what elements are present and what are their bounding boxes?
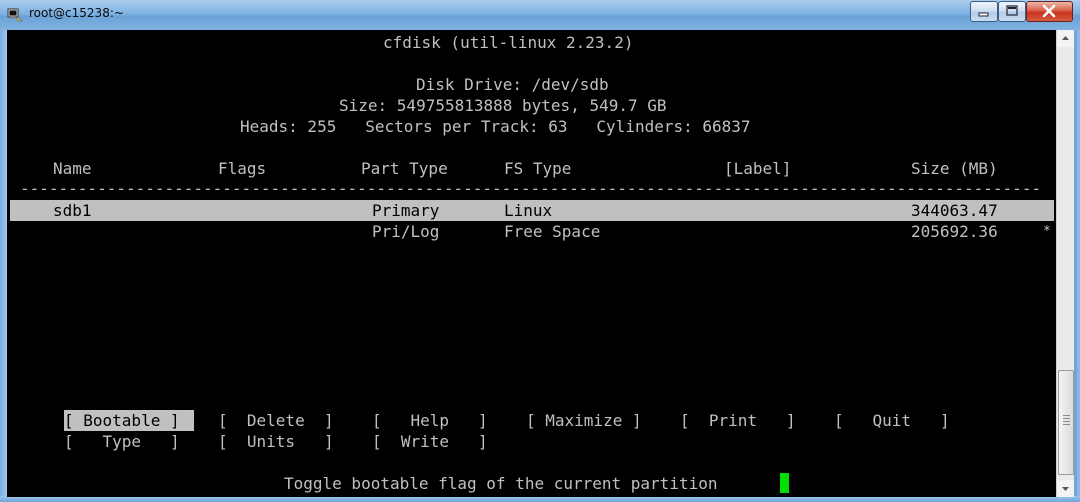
menu-type[interactable]: [ Type ] <box>64 431 180 452</box>
text-cursor <box>780 473 789 493</box>
window-frame-left <box>0 30 7 502</box>
close-button[interactable] <box>1026 1 1073 22</box>
free-space-fs-type[interactable]: Free Space <box>504 221 600 242</box>
vertical-scrollbar[interactable] <box>1056 30 1074 497</box>
partition-name[interactable]: sdb1 <box>53 200 92 221</box>
menu-units[interactable]: [ Units ] <box>218 431 334 452</box>
column-header-fs-type: FS Type <box>504 159 572 178</box>
window-title: root@c15238:~ <box>29 6 124 20</box>
menu-quit[interactable]: [ Quit ] <box>834 410 950 431</box>
scroll-up-button[interactable] <box>1057 30 1074 47</box>
grip-line <box>1063 421 1070 422</box>
menu-help[interactable]: [ Help ] <box>372 410 488 431</box>
free-space-part-type[interactable]: Pri/Log <box>372 221 439 242</box>
partition-part-type[interactable]: Primary <box>372 200 439 221</box>
column-header-size: Size (MB) <box>911 159 998 178</box>
column-header-label: [Label] <box>724 159 792 178</box>
arrow-up-icon <box>1062 36 1069 40</box>
free-space-size[interactable]: 205692.36 <box>911 221 998 242</box>
program-version: cfdisk (util-linux 2.23.2) <box>383 33 634 52</box>
close-icon <box>1042 4 1056 18</box>
partition-fs-type[interactable]: Linux <box>504 200 552 221</box>
grip-line <box>1063 415 1070 416</box>
column-header-flags: Flags <box>218 159 267 178</box>
arrow-down-icon <box>1062 487 1069 491</box>
menu-write[interactable]: [ Write ] <box>372 431 488 452</box>
putty-icon[interactable] <box>7 7 23 22</box>
partition-size[interactable]: 344063.47 <box>911 200 998 221</box>
maximize-icon <box>1006 5 1018 16</box>
menu-bootable[interactable]: [ Bootable ] <box>64 410 180 431</box>
minimize-button[interactable] <box>970 1 998 22</box>
menu-maximize[interactable]: [ Maximize ] <box>526 410 642 431</box>
grip-line <box>1063 418 1070 419</box>
scroll-down-button[interactable] <box>1057 480 1074 497</box>
column-header-name: Name <box>53 159 92 178</box>
status-help-text: Toggle bootable flag of the current part… <box>284 474 718 493</box>
window-titlebar[interactable]: root@c15238:~ <box>0 0 1080 30</box>
disk-size: Size: 549755813888 bytes, 549.7 GB <box>339 96 667 115</box>
disk-geometry: Heads: 255 Sectors per Track: 63 Cylinde… <box>240 117 751 136</box>
header-separator: ----------------------------------------… <box>20 179 1042 198</box>
column-header-part-type: Part Type <box>361 159 448 178</box>
menu-delete[interactable]: [ Delete ] <box>218 410 334 431</box>
free-space-marker: * <box>1043 224 1051 239</box>
maximize-button[interactable] <box>998 1 1026 22</box>
disk-drive: Disk Drive: /dev/sdb <box>416 75 609 94</box>
scrollbar-thumb[interactable] <box>1058 370 1074 475</box>
minimize-icon <box>978 12 989 17</box>
terminal-screen[interactable]: cfdisk (util-linux 2.23.2) Disk Drive: /… <box>7 30 1056 497</box>
menu-print[interactable]: [ Print ] <box>680 410 796 431</box>
grip-line <box>1063 424 1070 425</box>
